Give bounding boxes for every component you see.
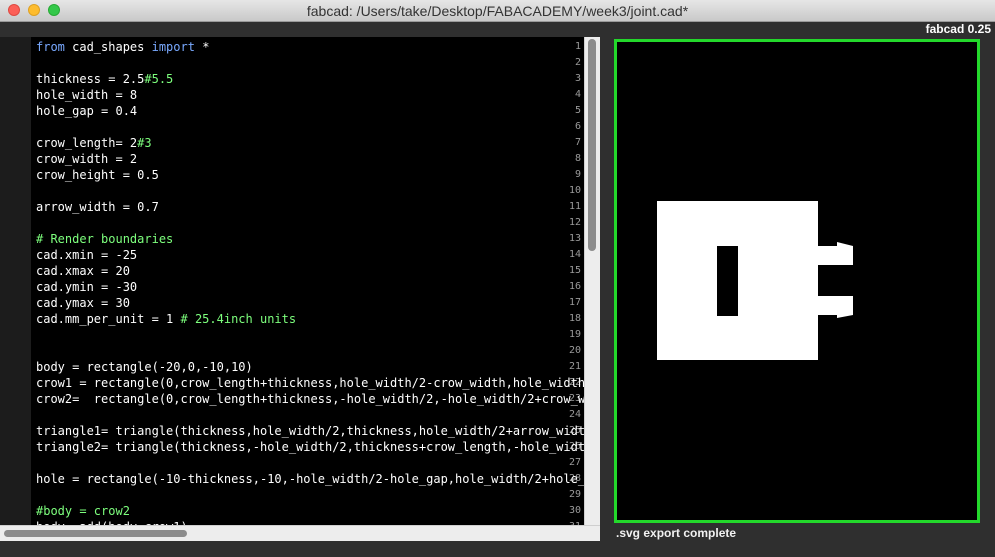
line-number: 20 [568, 345, 581, 356]
code-token: crow2= rectangle(0,crow_length+thickness… [36, 392, 584, 406]
line-number: 6 [574, 121, 581, 132]
line-number: 13 [568, 233, 581, 244]
window-title: fabcad: /Users/take/Desktop/FABACADEMY/w… [306, 3, 689, 19]
line-number: 4 [574, 89, 581, 100]
line-number: 30 [568, 505, 581, 516]
line-number: 8 [574, 153, 581, 164]
code-token: crow1 = rectangle(0,crow_length+thicknes… [36, 376, 584, 390]
line-number: 5 [574, 105, 581, 116]
code-token: hole_width = 8 [36, 88, 138, 102]
line-number: 29 [568, 489, 581, 500]
status-message: .svg export complete [616, 526, 737, 540]
code-comment: # 25.4inch units [180, 312, 297, 326]
line-number: 19 [568, 329, 581, 340]
code-keyword: import [151, 40, 195, 54]
code-keyword: from [36, 40, 65, 54]
code-token: hole = rectangle(-10-thickness,-10,-hole… [36, 472, 584, 486]
code-token: cad.xmax = 20 [36, 264, 130, 278]
line-number: 21 [568, 361, 581, 372]
code-line[interactable]: thickness = 2.5#5.5 [36, 71, 173, 87]
editor-vertical-scrollbar[interactable] [584, 37, 600, 525]
code-token: crow_height = 0.5 [36, 168, 159, 182]
code-token: cad.ymax = 30 [36, 296, 130, 310]
line-number: 3 [574, 73, 581, 84]
code-line[interactable]: triangle2= triangle(thickness,-hole_widt… [36, 439, 584, 455]
line-number: 1 [574, 41, 581, 52]
rendered-arrow-bottom [837, 296, 853, 318]
code-line[interactable]: arrow_width = 0.7 [36, 199, 159, 215]
code-token: thickness = 2.5 [36, 72, 145, 86]
code-comment: #5.5 [144, 72, 174, 86]
code-token: hole_gap = 0.4 [36, 104, 138, 118]
horizontal-scroll-thumb[interactable] [4, 530, 187, 537]
rendered-geometry [657, 201, 853, 360]
line-number: 17 [568, 297, 581, 308]
code-line[interactable]: crow1 = rectangle(0,crow_length+thicknes… [36, 375, 584, 391]
code-token: body = rectangle(-20,0,-10,10) [36, 360, 253, 374]
code-comment: # Render boundaries [36, 232, 174, 246]
code-token: cad_shapes [64, 40, 152, 54]
code-line[interactable]: #body = crow2 [36, 503, 130, 519]
code-token: arrow_width = 0.7 [36, 200, 159, 214]
code-line[interactable]: crow_height = 0.5 [36, 167, 159, 183]
code-line[interactable]: hole = rectangle(-10-thickness,-10,-hole… [36, 471, 584, 487]
title-bar: fabcad: /Users/take/Desktop/FABACADEMY/w… [0, 0, 995, 22]
code-line[interactable]: from cad_shapes import * [36, 39, 209, 55]
code-comment: #3 [137, 136, 152, 150]
code-token: crow_width = 2 [36, 152, 138, 166]
line-number: 12 [568, 217, 581, 228]
code-line[interactable]: body = rectangle(-20,0,-10,10) [36, 359, 253, 375]
code-token: triangle1= triangle(thickness,hole_width… [36, 424, 584, 438]
code-line[interactable]: cad.mm_per_unit = 1 # 25.4inch units [36, 311, 296, 327]
code-line[interactable]: # Render boundaries [36, 231, 173, 247]
rendered-hole [717, 246, 738, 316]
code-token: cad.xmin = -25 [36, 248, 138, 262]
code-line[interactable]: cad.ymin = -30 [36, 279, 137, 295]
editor-horizontal-scrollbar[interactable] [0, 525, 600, 541]
line-number: 10 [568, 185, 581, 196]
line-number: 7 [574, 137, 581, 148]
code-token: triangle2= triangle(thickness,-hole_widt… [36, 440, 584, 454]
line-number: 9 [574, 169, 581, 180]
code-token: * [194, 40, 210, 54]
line-number: 27 [568, 457, 581, 468]
line-number: 15 [568, 265, 581, 276]
code-line[interactable]: cad.ymax = 30 [36, 295, 130, 311]
code-line[interactable]: hole_gap = 0.4 [36, 103, 137, 119]
code-line[interactable]: crow_width = 2 [36, 151, 137, 167]
code-token: cad.ymin = -30 [36, 280, 138, 294]
code-line[interactable]: cad.xmin = -25 [36, 247, 137, 263]
line-number: 16 [568, 281, 581, 292]
vertical-scroll-thumb[interactable] [588, 39, 596, 251]
line-number: 14 [568, 249, 581, 260]
rendered-shape [657, 201, 853, 360]
code-line[interactable]: cad.xmax = 20 [36, 263, 130, 279]
line-number: 11 [568, 201, 581, 212]
line-number-gutter [0, 37, 31, 525]
line-number: 18 [568, 313, 581, 324]
render-preview-panel [614, 39, 980, 523]
code-comment: #body = crow2 [36, 504, 130, 518]
code-line[interactable]: triangle1= triangle(thickness,hole_width… [36, 423, 584, 439]
line-number: 24 [568, 409, 581, 420]
line-number: 2 [574, 57, 581, 68]
code-line[interactable]: crow_length= 2#3 [36, 135, 152, 151]
app-version-label: fabcad 0.25 [925, 22, 991, 36]
code-line[interactable]: crow2= rectangle(0,crow_length+thickness… [36, 391, 584, 407]
code-token: crow_length= 2 [36, 136, 138, 150]
code-line[interactable]: hole_width = 8 [36, 87, 137, 103]
code-editor[interactable]: 1 from cad_shapes import * 2 3 thickness = 2… [0, 37, 584, 525]
code-token: cad.mm_per_unit = 1 [36, 312, 181, 326]
